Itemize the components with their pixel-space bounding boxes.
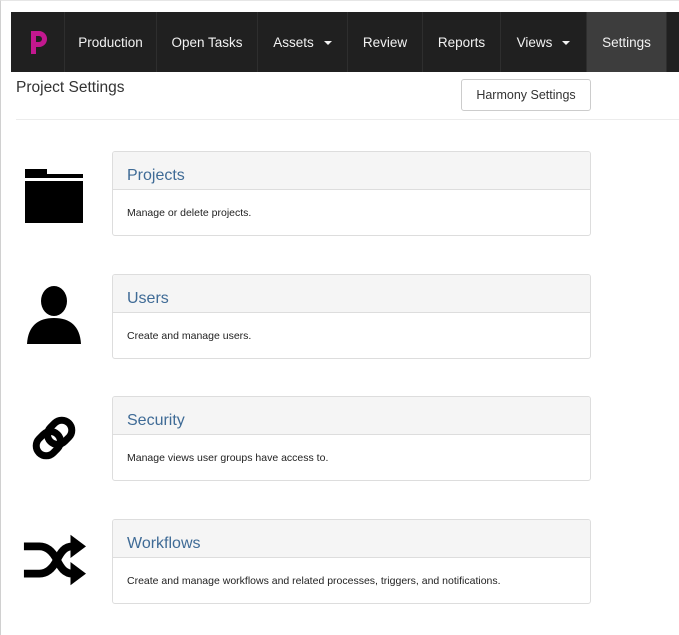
security-panel-title[interactable]: Security: [113, 397, 590, 435]
users-panel-title[interactable]: Users: [113, 275, 590, 313]
nav-settings-label: Settings: [602, 34, 651, 50]
workflows-panel[interactable]: Workflows Create and manage workflows an…: [112, 519, 591, 604]
projects-panel-title[interactable]: Projects: [113, 152, 590, 190]
folder-icon: [22, 163, 86, 227]
nav-reports-label: Reports: [437, 34, 486, 50]
nav-assets-label: Assets: [273, 34, 314, 50]
nav-reports[interactable]: Reports: [423, 12, 501, 72]
shuffle-icon: [22, 528, 86, 592]
nav-production[interactable]: Production: [65, 12, 157, 72]
brand-p-icon: [30, 31, 47, 54]
nav-open-tasks-label: Open Tasks: [171, 34, 243, 50]
harmony-settings-button[interactable]: Harmony Settings: [461, 79, 591, 111]
nav-assets-dropdown[interactable]: Assets: [258, 12, 348, 72]
users-panel-description: Create and manage users.: [127, 329, 252, 342]
brand-logo[interactable]: [11, 12, 65, 72]
nav-views-label: Views: [516, 34, 553, 50]
nav-review[interactable]: Review: [348, 12, 423, 72]
nav-settings[interactable]: Settings: [587, 12, 667, 72]
user-icon: [22, 283, 86, 347]
nav-review-label: Review: [362, 34, 408, 50]
page-title: Project Settings: [16, 79, 125, 96]
nav-open-tasks[interactable]: Open Tasks: [157, 12, 258, 72]
top-navbar: Production Open Tasks Assets Review Repo…: [11, 12, 679, 72]
projects-panel-description: Manage or delete projects.: [127, 206, 252, 219]
caret-down-icon: [323, 41, 332, 45]
nav-production-label: Production: [78, 34, 143, 50]
workflows-panel-title[interactable]: Workflows: [113, 520, 590, 558]
security-panel-description: Manage views user groups have access to.: [127, 451, 329, 464]
nav-views-dropdown[interactable]: Views: [501, 12, 587, 72]
security-panel[interactable]: Security Manage views user groups have a…: [112, 396, 591, 481]
users-panel[interactable]: Users Create and manage users.: [112, 274, 591, 359]
workflows-panel-description: Create and manage workflows and related …: [127, 574, 501, 587]
header-divider: [16, 119, 679, 120]
link-icon: [22, 406, 86, 470]
projects-panel[interactable]: Projects Manage or delete projects.: [112, 151, 591, 236]
caret-down-icon: [562, 41, 571, 45]
